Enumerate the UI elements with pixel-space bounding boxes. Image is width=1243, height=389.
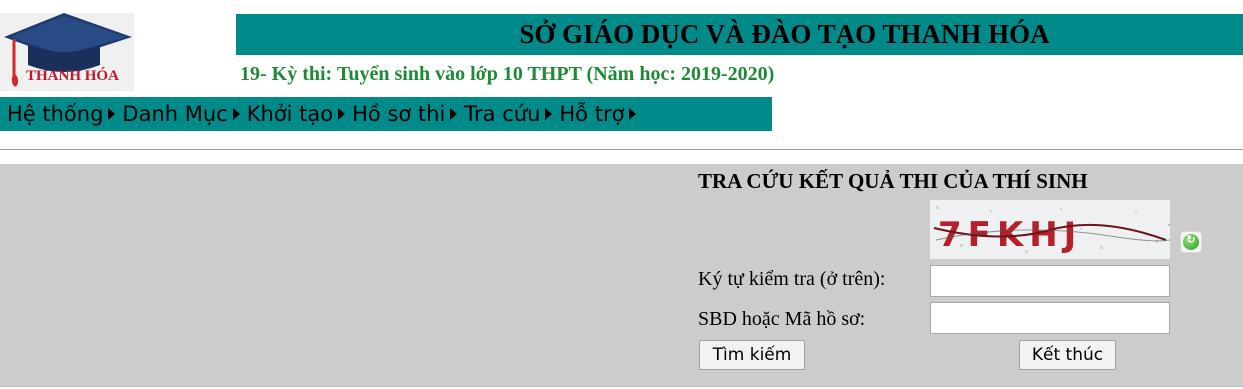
page-title: SỞ GIÁO DỤC VÀ ĐÀO TẠO THANH HÓA [519,19,1050,49]
menu-item-label: Hỗ trợ [559,102,625,126]
lookup-title: TRA CỨU KẾT QUẢ THI CỦA THÍ SINH [698,169,1088,193]
refresh-captcha-button[interactable]: ↻ [1180,231,1202,253]
caret-right-icon [232,108,240,120]
bottom-divider [0,386,1243,387]
menu-item-label: Khởi tạo [246,102,334,126]
menu-item-danh-muc[interactable]: Danh Mục [115,97,240,131]
caret-right-icon [450,108,458,120]
menu-item-label: Hồ sơ thi [352,102,446,126]
logo-text: THANH HÓA [26,68,119,84]
search-button[interactable]: Tìm kiếm [699,340,805,370]
captcha-image: 7FKHJ [930,200,1170,259]
divider [0,149,1243,150]
menu-item-khoi-tao[interactable]: Khởi tạo [240,97,346,131]
caret-right-icon [545,108,553,120]
captcha-text: 7FKHJ [938,215,1082,255]
caret-right-icon [629,108,637,120]
menu-item-ho-tro[interactable]: Hỗ trợ [552,97,637,131]
logo: THANH HÓA [0,13,134,91]
end-button[interactable]: Kết thúc [1019,340,1116,370]
menu-item-tra-cuu[interactable]: Tra cứu [457,97,553,131]
main-menu: Hệ thống Danh Mục Khởi tạo Hồ sơ thi Tra… [0,97,772,131]
id-label: SBD hoặc Mã hồ sơ: [698,308,866,330]
menu-item-label: Hệ thống [7,102,104,126]
title-bar: SỞ GIÁO DỤC VÀ ĐÀO TẠO THANH HÓA [236,14,1243,55]
menu-item-he-thong[interactable]: Hệ thống [0,97,116,131]
exam-info: 19- Kỳ thi: Tuyển sinh vào lớp 10 THPT (… [240,63,775,85]
captcha-input[interactable] [930,265,1170,297]
caret-right-icon [108,108,116,120]
menu-item-label: Danh Mục [122,102,228,126]
menu-item-ho-so-thi[interactable]: Hồ sơ thi [345,97,458,131]
refresh-icon: ↻ [1183,233,1199,250]
menu-item-label: Tra cứu [464,102,541,126]
caret-right-icon [338,108,346,120]
id-input[interactable] [930,302,1170,334]
captcha-label: Ký tự kiểm tra (ở trên): [698,268,886,290]
